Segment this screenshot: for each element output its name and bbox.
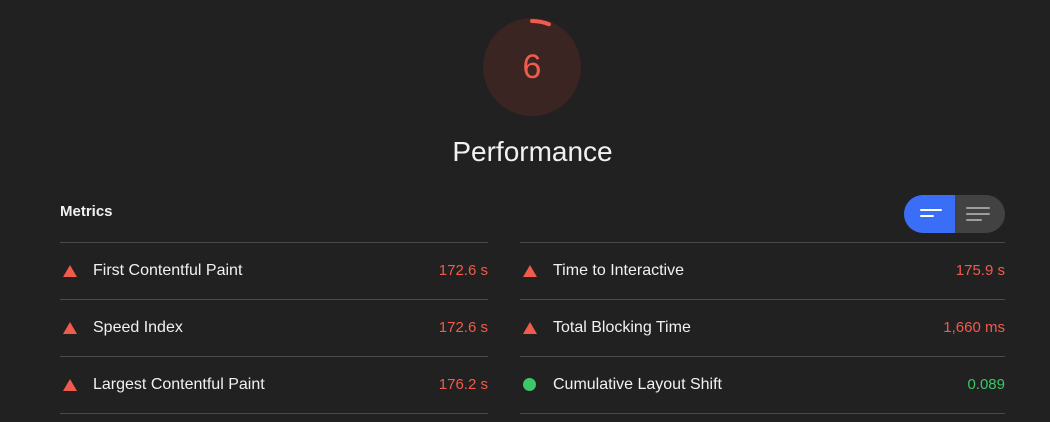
metric-label: Total Blocking Time xyxy=(553,319,691,336)
fail-triangle-icon xyxy=(63,322,77,334)
fail-triangle-icon xyxy=(523,322,537,334)
metrics-view-toggle[interactable] xyxy=(904,195,1005,233)
metric-time-to-interactive: Time to Interactive 175.9 s xyxy=(520,242,1005,299)
list-view-button[interactable] xyxy=(955,195,1006,233)
metric-label: Speed Index xyxy=(93,319,183,336)
metric-first-contentful-paint: First Contentful Paint 172.6 s xyxy=(60,242,488,299)
fail-triangle-icon xyxy=(63,379,77,391)
performance-score: 6 xyxy=(522,47,542,86)
category-title: Performance xyxy=(452,136,613,167)
pass-circle-icon xyxy=(523,378,536,391)
metric-value: 175.9 s xyxy=(955,262,1005,279)
fail-triangle-icon xyxy=(63,265,77,277)
bars-view-button[interactable] xyxy=(904,195,955,233)
fail-triangle-icon xyxy=(523,265,537,277)
metric-label: Cumulative Layout Shift xyxy=(553,376,722,393)
metric-value: 176.2 s xyxy=(438,376,488,393)
metrics-column-right: Time to Interactive 175.9 s Total Blocki… xyxy=(520,242,1005,414)
metric-speed-index: Speed Index 172.6 s xyxy=(60,299,488,356)
lighthouse-report: 6 Performance Metrics First Contentful P… xyxy=(0,0,1050,422)
metric-cumulative-layout-shift: Cumulative Layout Shift 0.089 xyxy=(520,356,1005,414)
metric-label: First Contentful Paint xyxy=(93,262,243,279)
metrics-column-left: First Contentful Paint 172.6 s Speed Ind… xyxy=(60,242,488,414)
metric-label: Time to Interactive xyxy=(553,262,685,279)
metric-total-blocking-time: Total Blocking Time 1,660 ms xyxy=(520,299,1005,356)
metric-label: Largest Contentful Paint xyxy=(93,376,265,393)
metric-value: 0.089 xyxy=(967,376,1005,393)
metric-value: 172.6 s xyxy=(438,262,488,279)
metric-value: 1,660 ms xyxy=(943,319,1005,336)
performance-gauge[interactable]: 6 xyxy=(483,18,581,116)
metric-value: 172.6 s xyxy=(438,319,488,336)
metric-largest-contentful-paint: Largest Contentful Paint 176.2 s xyxy=(60,356,488,414)
metrics-heading: Metrics xyxy=(60,203,113,220)
